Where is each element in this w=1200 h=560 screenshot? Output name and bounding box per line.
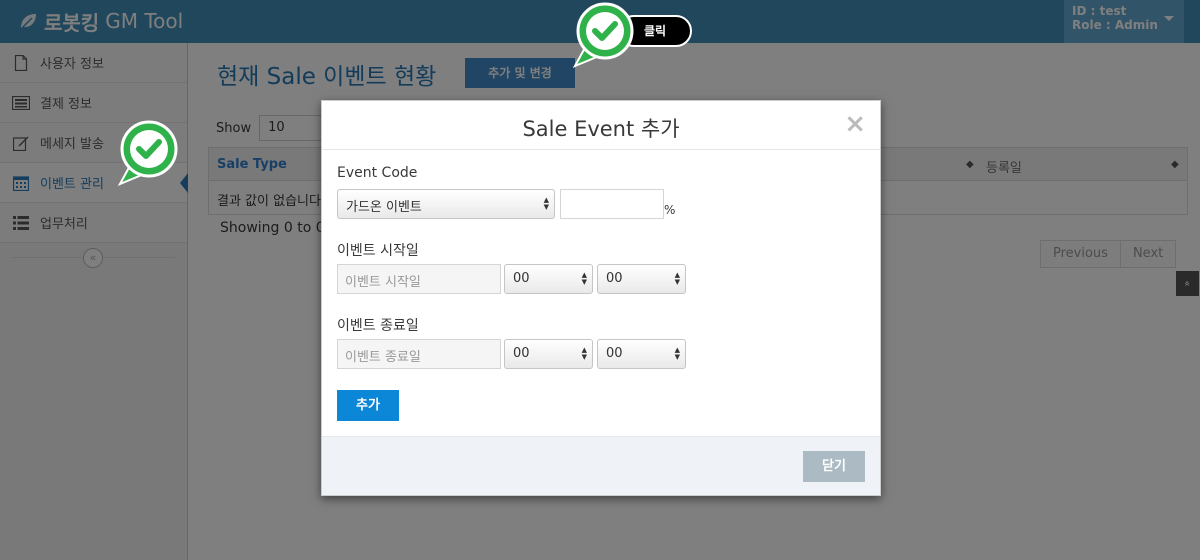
percent-input[interactable] bbox=[560, 189, 664, 219]
end-minute-select[interactable]: 00 ▲ ▼ bbox=[597, 339, 686, 369]
select-arrows-icon: ▲ ▼ bbox=[543, 196, 549, 211]
check-marker-icon bbox=[572, 2, 634, 69]
close-icon[interactable]: × bbox=[844, 111, 866, 137]
end-hour-value: 00 bbox=[513, 346, 530, 361]
event-code-label: Event Code bbox=[337, 165, 418, 181]
start-minute-value: 00 bbox=[606, 271, 623, 286]
add-event-button[interactable]: 추가 bbox=[337, 390, 399, 421]
end-date-label: 이벤트 종료일 bbox=[337, 318, 419, 334]
start-minute-select[interactable]: 00 ▲ ▼ bbox=[597, 264, 686, 294]
sale-event-modal: Sale Event 추가 × Event Code 가드온 이벤트 ▲ ▼ % … bbox=[321, 100, 881, 496]
select-arrows-icon: ▲ ▼ bbox=[674, 346, 680, 361]
end-hour-select[interactable]: 00 ▲ ▼ bbox=[504, 339, 593, 369]
event-code-value: 가드온 이벤트 bbox=[346, 200, 422, 215]
start-hour-select[interactable]: 00 ▲ ▼ bbox=[504, 264, 593, 294]
select-arrows-icon: ▲ ▼ bbox=[674, 271, 680, 286]
percent-unit: % bbox=[664, 203, 676, 217]
start-date-label: 이벤트 시작일 bbox=[337, 243, 419, 259]
select-arrows-icon: ▲ ▼ bbox=[581, 346, 587, 361]
modal-header: Sale Event 추가 × bbox=[322, 101, 880, 150]
event-code-select[interactable]: 가드온 이벤트 ▲ ▼ bbox=[337, 189, 555, 219]
start-date-input[interactable]: 이벤트 시작일 bbox=[337, 264, 501, 294]
end-minute-value: 00 bbox=[606, 346, 623, 361]
check-marker-icon bbox=[117, 120, 178, 187]
select-arrows-icon: ▲ ▼ bbox=[581, 271, 587, 286]
modal-title: Sale Event 추가 bbox=[522, 117, 680, 141]
modal-footer: 닫기 bbox=[322, 436, 880, 495]
close-button[interactable]: 닫기 bbox=[803, 451, 865, 482]
end-date-input[interactable]: 이벤트 종료일 bbox=[337, 339, 501, 369]
start-hour-value: 00 bbox=[513, 271, 530, 286]
